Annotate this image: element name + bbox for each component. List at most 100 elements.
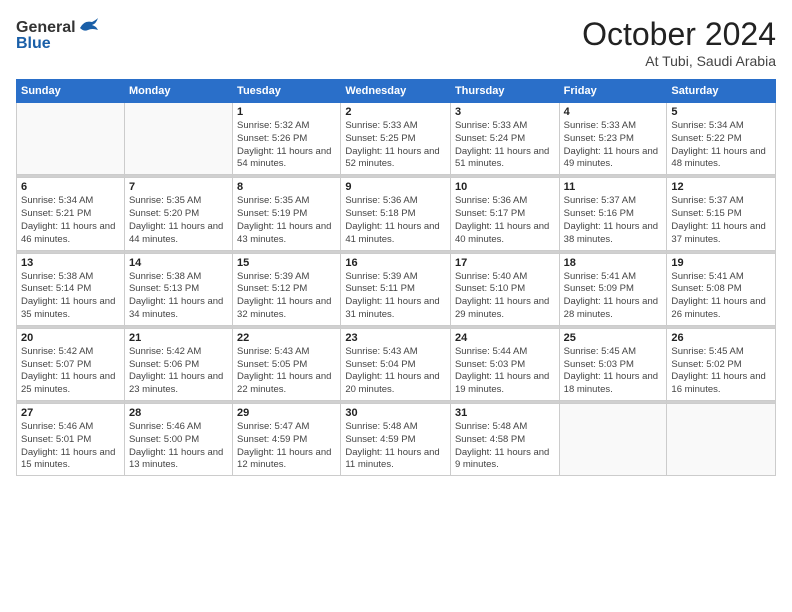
- title-area: October 2024 At Tubi, Saudi Arabia: [582, 16, 776, 69]
- day-info: Sunrise: 5:45 AMSunset: 5:03 PMDaylight:…: [564, 346, 663, 397]
- day-info: Sunrise: 5:46 AMSunset: 5:00 PMDaylight:…: [129, 421, 228, 472]
- table-row: 22Sunrise: 5:43 AMSunset: 5:05 PMDayligh…: [233, 328, 341, 400]
- day-info: Sunrise: 5:44 AMSunset: 5:03 PMDaylight:…: [455, 346, 555, 397]
- day-info: Sunrise: 5:41 AMSunset: 5:09 PMDaylight:…: [564, 271, 663, 322]
- table-row: 8 Sunrise: 5:35 AMSunset: 5:19 PMDaylight…: [233, 178, 341, 250]
- table-row: 31 Sunrise: 5:48 AMSunset: 4:58 PMDayligh…: [450, 404, 559, 476]
- day-info: Sunrise: 5:34 AMSunset: 5:21 PMDaylight:…: [21, 195, 120, 246]
- calendar-week-5: 27 Sunrise: 5:46 AMSunset: 5:01 PMDayligh…: [17, 404, 776, 476]
- calendar-week-3: 13 Sunrise: 5:38 AMSunset: 5:14 PMDayligh…: [17, 253, 776, 325]
- table-row: 13 Sunrise: 5:38 AMSunset: 5:14 PMDayligh…: [17, 253, 125, 325]
- day-info: Sunrise: 5:33 AMSunset: 5:23 PMDaylight:…: [564, 120, 663, 171]
- table-row: 21 Sunrise: 5:42 AMSunset: 5:06 PMDayligh…: [124, 328, 232, 400]
- day-number: 26: [671, 332, 771, 344]
- day-number: 16: [345, 257, 446, 269]
- table-row: 20Sunrise: 5:42 AMSunset: 5:07 PMDayligh…: [17, 328, 125, 400]
- table-row: [124, 103, 232, 175]
- day-info: Sunrise: 5:36 AMSunset: 5:17 PMDaylight:…: [455, 195, 555, 246]
- day-info: Sunrise: 5:37 AMSunset: 5:15 PMDaylight:…: [671, 195, 771, 246]
- table-row: 9 Sunrise: 5:36 AMSunset: 5:18 PMDaylight…: [341, 178, 451, 250]
- day-info: Sunrise: 5:38 AMSunset: 5:14 PMDaylight:…: [21, 271, 120, 322]
- table-row: 27 Sunrise: 5:46 AMSunset: 5:01 PMDayligh…: [17, 404, 125, 476]
- day-number: 1: [237, 106, 336, 118]
- day-info: Sunrise: 5:41 AMSunset: 5:08 PMDaylight:…: [671, 271, 771, 322]
- calendar-table: Sunday Monday Tuesday Wednesday Thursday…: [16, 79, 776, 476]
- col-saturday: Saturday: [667, 80, 776, 103]
- day-number: 18: [564, 257, 663, 269]
- day-info: Sunrise: 5:32 AMSunset: 5:26 PMDaylight:…: [237, 120, 336, 171]
- day-number: 28: [129, 407, 228, 419]
- calendar-week-1: 1 Sunrise: 5:32 AMSunset: 5:26 PMDaylight…: [17, 103, 776, 175]
- logo-blue: Blue: [16, 35, 51, 53]
- table-row: 25 Sunrise: 5:45 AMSunset: 5:03 PMDayligh…: [559, 328, 667, 400]
- table-row: 23 Sunrise: 5:43 AMSunset: 5:04 PMDayligh…: [341, 328, 451, 400]
- day-info: Sunrise: 5:48 AMSunset: 4:59 PMDaylight:…: [345, 421, 446, 472]
- day-number: 23: [345, 332, 446, 344]
- day-info: Sunrise: 5:42 AMSunset: 5:07 PMDaylight:…: [21, 346, 120, 397]
- day-info: Sunrise: 5:39 AMSunset: 5:12 PMDaylight:…: [237, 271, 336, 322]
- page: General Blue October 2024 At Tubi, Saudi…: [0, 0, 792, 612]
- table-row: [667, 404, 776, 476]
- location-subtitle: At Tubi, Saudi Arabia: [582, 53, 776, 69]
- table-row: 16Sunrise: 5:39 AMSunset: 5:11 PMDayligh…: [341, 253, 451, 325]
- day-number: 24: [455, 332, 555, 344]
- day-info: Sunrise: 5:33 AMSunset: 5:24 PMDaylight:…: [455, 120, 555, 171]
- day-number: 10: [455, 181, 555, 193]
- day-number: 14: [129, 257, 228, 269]
- header: General Blue October 2024 At Tubi, Saudi…: [16, 16, 776, 69]
- table-row: 11 Sunrise: 5:37 AMSunset: 5:16 PMDayligh…: [559, 178, 667, 250]
- day-number: 15: [237, 257, 336, 269]
- calendar-week-2: 6 Sunrise: 5:34 AMSunset: 5:21 PMDaylight…: [17, 178, 776, 250]
- day-info: Sunrise: 5:40 AMSunset: 5:10 PMDaylight:…: [455, 271, 555, 322]
- table-row: 6 Sunrise: 5:34 AMSunset: 5:21 PMDaylight…: [17, 178, 125, 250]
- day-number: 8: [237, 181, 336, 193]
- day-info: Sunrise: 5:48 AMSunset: 4:58 PMDaylight:…: [455, 421, 555, 472]
- logo-bird-icon: [78, 16, 100, 39]
- table-row: 5 Sunrise: 5:34 AMSunset: 5:22 PMDaylight…: [667, 103, 776, 175]
- col-wednesday: Wednesday: [341, 80, 451, 103]
- calendar-week-4: 20Sunrise: 5:42 AMSunset: 5:07 PMDayligh…: [17, 328, 776, 400]
- table-row: 3 Sunrise: 5:33 AMSunset: 5:24 PMDaylight…: [450, 103, 559, 175]
- day-info: Sunrise: 5:43 AMSunset: 5:04 PMDaylight:…: [345, 346, 446, 397]
- day-info: Sunrise: 5:38 AMSunset: 5:13 PMDaylight:…: [129, 271, 228, 322]
- day-info: Sunrise: 5:36 AMSunset: 5:18 PMDaylight:…: [345, 195, 446, 246]
- table-row: 30Sunrise: 5:48 AMSunset: 4:59 PMDayligh…: [341, 404, 451, 476]
- day-number: 3: [455, 106, 555, 118]
- day-info: Sunrise: 5:35 AMSunset: 5:20 PMDaylight:…: [129, 195, 228, 246]
- day-info: Sunrise: 5:45 AMSunset: 5:02 PMDaylight:…: [671, 346, 771, 397]
- day-info: Sunrise: 5:37 AMSunset: 5:16 PMDaylight:…: [564, 195, 663, 246]
- day-number: 27: [21, 407, 120, 419]
- day-number: 5: [671, 106, 771, 118]
- day-info: Sunrise: 5:46 AMSunset: 5:01 PMDaylight:…: [21, 421, 120, 472]
- table-row: 28 Sunrise: 5:46 AMSunset: 5:00 PMDayligh…: [124, 404, 232, 476]
- table-row: 7 Sunrise: 5:35 AMSunset: 5:20 PMDaylight…: [124, 178, 232, 250]
- day-number: 21: [129, 332, 228, 344]
- day-number: 9: [345, 181, 446, 193]
- day-number: 19: [671, 257, 771, 269]
- day-number: 11: [564, 181, 663, 193]
- table-row: 1 Sunrise: 5:32 AMSunset: 5:26 PMDaylight…: [233, 103, 341, 175]
- col-thursday: Thursday: [450, 80, 559, 103]
- table-row: 17Sunrise: 5:40 AMSunset: 5:10 PMDayligh…: [450, 253, 559, 325]
- logo-general: General: [16, 19, 76, 37]
- day-info: Sunrise: 5:42 AMSunset: 5:06 PMDaylight:…: [129, 346, 228, 397]
- day-info: Sunrise: 5:47 AMSunset: 4:59 PMDaylight:…: [237, 421, 336, 472]
- day-number: 12: [671, 181, 771, 193]
- day-info: Sunrise: 5:34 AMSunset: 5:22 PMDaylight:…: [671, 120, 771, 171]
- day-number: 13: [21, 257, 120, 269]
- table-row: 14 Sunrise: 5:38 AMSunset: 5:13 PMDayligh…: [124, 253, 232, 325]
- day-number: 29: [237, 407, 336, 419]
- calendar-header-row: Sunday Monday Tuesday Wednesday Thursday…: [17, 80, 776, 103]
- col-sunday: Sunday: [17, 80, 125, 103]
- month-title: October 2024: [582, 16, 776, 53]
- day-number: 4: [564, 106, 663, 118]
- table-row: 2Sunrise: 5:33 AMSunset: 5:25 PMDaylight…: [341, 103, 451, 175]
- day-number: 7: [129, 181, 228, 193]
- col-friday: Friday: [559, 80, 667, 103]
- day-number: 31: [455, 407, 555, 419]
- table-row: 26 Sunrise: 5:45 AMSunset: 5:02 PMDayligh…: [667, 328, 776, 400]
- table-row: 18 Sunrise: 5:41 AMSunset: 5:09 PMDayligh…: [559, 253, 667, 325]
- day-info: Sunrise: 5:35 AMSunset: 5:19 PMDaylight:…: [237, 195, 336, 246]
- day-number: 25: [564, 332, 663, 344]
- day-number: 6: [21, 181, 120, 193]
